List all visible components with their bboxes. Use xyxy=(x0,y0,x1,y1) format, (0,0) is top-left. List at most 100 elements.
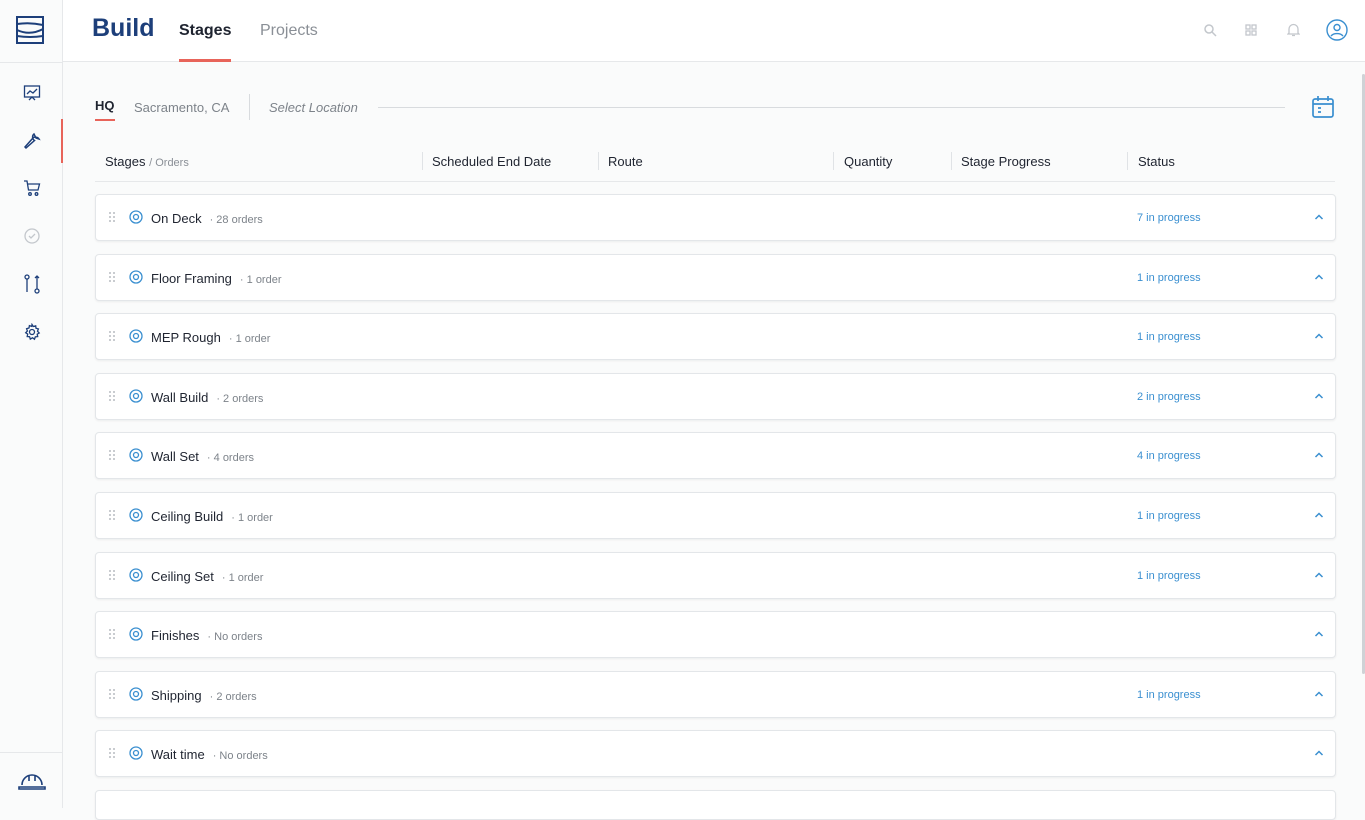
nav-purchasing[interactable] xyxy=(0,166,63,210)
search-icon xyxy=(1204,24,1217,37)
app-title: Build xyxy=(92,14,155,42)
stage-name: Wall Set · 4 orders xyxy=(151,449,254,464)
col-quantity[interactable]: Quantity xyxy=(844,154,892,169)
chevron-up-icon[interactable] xyxy=(1314,630,1324,638)
nav-build[interactable] xyxy=(0,119,64,163)
stage-title: Wall Build xyxy=(151,389,209,405)
stage-name: Ceiling Set · 1 order xyxy=(151,569,263,584)
drag-handle-icon[interactable] xyxy=(108,747,116,759)
tab-stages[interactable]: Stages xyxy=(179,22,232,62)
stage-status[interactable]: 2 in progress xyxy=(1137,391,1201,403)
stage-target-icon xyxy=(129,687,143,701)
drag-handle-icon[interactable] xyxy=(108,628,116,640)
stage-row[interactable]: Wait time · No orders xyxy=(95,730,1336,778)
drag-handle-icon[interactable] xyxy=(108,509,116,521)
stage-row[interactable]: Wall Build · 2 orders 2 in progress xyxy=(95,372,1336,420)
stage-status[interactable]: 7 in progress xyxy=(1137,212,1201,224)
grid-icon xyxy=(1245,24,1257,36)
stage-status[interactable]: 4 in progress xyxy=(1137,450,1201,462)
tab-projects[interactable]: Projects xyxy=(260,22,318,62)
col-orders: / Orders xyxy=(149,157,189,169)
nav-settings[interactable] xyxy=(0,310,63,354)
stage-title: Wait time xyxy=(151,747,205,763)
stage-status[interactable]: 1 in progress xyxy=(1137,689,1201,701)
stage-order-count: · 1 order xyxy=(239,273,282,286)
top-bar: Build Stages Projects xyxy=(63,0,1365,62)
col-scheduled-end[interactable]: Scheduled End Date xyxy=(432,154,551,169)
stage-row[interactable]: Finishes · No orders xyxy=(95,611,1336,659)
stage-status[interactable]: 1 in progress xyxy=(1137,272,1201,284)
user-menu-button[interactable] xyxy=(1325,18,1349,42)
stage-row[interactable]: MEP Rough · 1 order 1 in progress xyxy=(95,313,1336,361)
chevron-up-icon[interactable] xyxy=(1314,451,1324,459)
notifications-button[interactable] xyxy=(1281,18,1305,42)
stage-row[interactable]: Ceiling Build · 1 order 1 in progress xyxy=(95,492,1336,539)
stage-order-count: · 1 order xyxy=(231,512,273,524)
stage-status[interactable]: 1 in progress xyxy=(1137,331,1201,343)
stage-row[interactable]: Floor Framing · 1 order 1 in progress xyxy=(95,253,1336,301)
chevron-up-icon[interactable] xyxy=(1314,392,1324,400)
stage-title: Shipping xyxy=(151,687,202,703)
stage-name: Finishes · No orders xyxy=(151,628,262,643)
stage-title: Floor Framing xyxy=(151,270,232,286)
stage-target-icon xyxy=(129,389,143,403)
check-circle-icon xyxy=(23,228,40,244)
stage-title: Finishes xyxy=(151,628,200,644)
stage-row-partial[interactable] xyxy=(95,790,1336,820)
stage-title: Ceiling Set xyxy=(151,568,214,584)
stage-row[interactable]: Shipping · 2 orders 1 in progress xyxy=(95,670,1336,718)
chevron-up-icon[interactable] xyxy=(1314,749,1324,757)
stage-name: Wall Build · 2 orders xyxy=(151,390,263,405)
stage-order-count: · 1 order xyxy=(221,571,264,584)
column-headers: Stages / Orders Scheduled End Date Route… xyxy=(95,152,1335,182)
chevron-up-icon[interactable] xyxy=(1314,511,1324,519)
chevron-up-icon[interactable] xyxy=(1314,213,1324,221)
stage-order-count: · 28 orders xyxy=(209,214,263,226)
drag-handle-icon[interactable] xyxy=(108,211,116,223)
stage-name: Floor Framing · 1 order xyxy=(151,271,282,286)
grid-button[interactable] xyxy=(1239,18,1263,42)
nav-routes[interactable] xyxy=(0,262,63,306)
location-city[interactable]: Sacramento, CA xyxy=(134,100,229,115)
bell-icon xyxy=(1286,23,1300,37)
col-route[interactable]: Route xyxy=(608,154,643,169)
drag-handle-icon[interactable] xyxy=(108,390,116,402)
col-stage-progress[interactable]: Stage Progress xyxy=(961,154,1051,169)
chevron-up-icon[interactable] xyxy=(1314,273,1324,281)
drag-handle-icon[interactable] xyxy=(108,688,116,700)
stage-status[interactable]: 1 in progress xyxy=(1137,510,1201,522)
location-rule xyxy=(378,107,1285,108)
stage-status[interactable]: 1 in progress xyxy=(1137,570,1201,582)
calendar-icon[interactable] xyxy=(1310,94,1336,120)
sidebar xyxy=(0,0,64,808)
stage-row[interactable]: On Deck · 28 orders 7 in progress xyxy=(95,194,1336,241)
hardhat-icon[interactable] xyxy=(17,771,46,791)
select-location-input[interactable]: Select Location xyxy=(269,100,358,115)
stage-order-count: · No orders xyxy=(207,631,263,644)
route-icon xyxy=(23,274,40,294)
nav-dashboard[interactable] xyxy=(0,71,63,115)
stage-target-icon xyxy=(129,269,143,284)
stage-name: Shipping · 2 orders xyxy=(151,688,257,703)
drag-handle-icon[interactable] xyxy=(108,569,116,581)
chevron-up-icon[interactable] xyxy=(1314,571,1324,579)
stage-row[interactable]: Wall Set · 4 orders 4 in progress xyxy=(95,432,1336,480)
stage-title: On Deck xyxy=(151,211,202,226)
wrench-icon xyxy=(23,132,41,150)
chevron-up-icon[interactable] xyxy=(1314,332,1324,340)
nav-quality[interactable] xyxy=(0,214,63,258)
chevron-up-icon[interactable] xyxy=(1314,690,1324,698)
drag-handle-icon[interactable] xyxy=(108,271,116,283)
brand-logo-icon[interactable] xyxy=(16,16,44,44)
col-status[interactable]: Status xyxy=(1138,154,1175,169)
stage-name: Wait time · No orders xyxy=(151,747,268,762)
search-button[interactable] xyxy=(1198,18,1222,42)
drag-handle-icon[interactable] xyxy=(108,449,116,461)
stage-target-icon xyxy=(129,746,143,761)
location-hq-tab[interactable]: HQ xyxy=(95,98,115,121)
user-icon xyxy=(1326,19,1348,41)
col-stages[interactable]: Stages / Orders xyxy=(105,154,189,169)
drag-handle-icon[interactable] xyxy=(108,330,116,342)
stage-row[interactable]: Ceiling Set · 1 order 1 in progress xyxy=(95,551,1336,599)
stage-title: Ceiling Build xyxy=(151,509,224,524)
